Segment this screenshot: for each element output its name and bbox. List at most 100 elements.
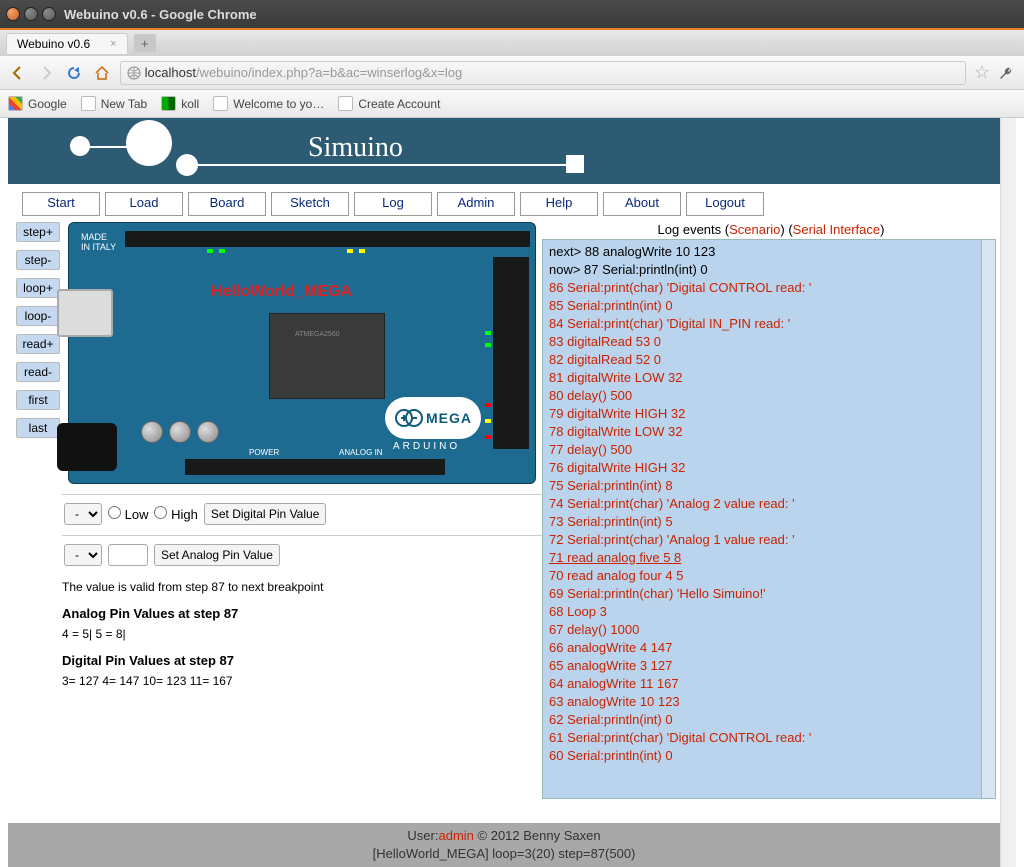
set-digital-button[interactable]: Set Digital Pin Value bbox=[204, 503, 327, 525]
log-line[interactable]: 70 read analog four 4 5 bbox=[549, 568, 989, 583]
log-serial-link[interactable]: Serial Interface bbox=[793, 222, 880, 237]
nav-load[interactable]: Load bbox=[105, 192, 183, 216]
log-line[interactable]: 68 Loop 3 bbox=[549, 604, 989, 619]
page-scrollbar[interactable] bbox=[1000, 118, 1016, 867]
mega-badge: MEGA bbox=[385, 397, 481, 439]
log-line[interactable]: 72 Serial:print(char) 'Analog 1 value re… bbox=[549, 532, 989, 547]
analog-values: 4 = 5| 5 = 8| bbox=[62, 627, 542, 641]
log-line[interactable]: 85 Serial:println(int) 0 bbox=[549, 298, 989, 313]
log-line[interactable]: 71 read analog five 5 8 bbox=[549, 550, 989, 565]
log-line[interactable]: 83 digitalRead 53 0 bbox=[549, 334, 989, 349]
analog-pin-select[interactable]: - bbox=[64, 544, 102, 566]
bookmarks-bar: Google New Tab koll Welcome to yo… Creat… bbox=[0, 90, 1024, 118]
log-line[interactable]: next> 88 analogWrite 10 123 bbox=[549, 244, 989, 259]
new-tab-button[interactable]: + bbox=[134, 34, 156, 52]
board-sketch-name: HelloWorld_MEGA bbox=[211, 283, 352, 301]
digital-pin-select[interactable]: - bbox=[64, 503, 102, 525]
tab-close-icon[interactable]: × bbox=[110, 38, 116, 50]
nav-about[interactable]: About bbox=[603, 192, 681, 216]
high-radio[interactable]: High bbox=[154, 506, 197, 522]
btn-loopplus[interactable]: loop+ bbox=[16, 278, 60, 298]
btn-first[interactable]: first bbox=[16, 390, 60, 410]
log-line[interactable]: now> 87 Serial:println(int) 0 bbox=[549, 262, 989, 277]
analog-value-input[interactable] bbox=[108, 544, 148, 566]
log-line[interactable]: 76 digitalWrite HIGH 32 bbox=[549, 460, 989, 475]
reload-button[interactable] bbox=[64, 63, 84, 83]
log-line[interactable]: 69 Serial:println(char) 'Hello Simuino!' bbox=[549, 586, 989, 601]
url-host: localhost bbox=[145, 65, 196, 80]
btn-last[interactable]: last bbox=[16, 418, 60, 438]
nav-admin[interactable]: Admin bbox=[437, 192, 515, 216]
set-analog-button[interactable]: Set Analog Pin Value bbox=[154, 544, 280, 566]
log-line[interactable]: 77 delay() 500 bbox=[549, 442, 989, 457]
nav-sketch[interactable]: Sketch bbox=[271, 192, 349, 216]
btn-stepplus[interactable]: step+ bbox=[16, 222, 60, 242]
pin-header-right bbox=[493, 257, 529, 449]
log-line[interactable]: 63 analogWrite 10 123 bbox=[549, 694, 989, 709]
btn-stepminus[interactable]: step- bbox=[16, 250, 60, 270]
log-line[interactable]: 75 Serial:println(int) 8 bbox=[549, 478, 989, 493]
bookmark-welcome[interactable]: Welcome to yo… bbox=[213, 96, 324, 111]
wrench-icon[interactable] bbox=[998, 64, 1016, 82]
log-line[interactable]: 74 Serial:print(char) 'Analog 2 value re… bbox=[549, 496, 989, 511]
footer-user: admin bbox=[438, 828, 473, 843]
nav-logout[interactable]: Logout bbox=[686, 192, 764, 216]
log-line[interactable]: 61 Serial:print(char) 'Digital CONTROL r… bbox=[549, 730, 989, 745]
board-made-label: MADE IN ITALY bbox=[81, 233, 116, 253]
btn-readplus[interactable]: read+ bbox=[16, 334, 60, 354]
log-scrollbar[interactable] bbox=[981, 240, 995, 798]
btn-readminus[interactable]: read- bbox=[16, 362, 60, 382]
log-line[interactable]: 84 Serial:print(char) 'Digital IN_PIN re… bbox=[549, 316, 989, 331]
nav-start[interactable]: Start bbox=[22, 192, 100, 216]
footer: User:admin © 2012 Benny Saxen [HelloWorl… bbox=[8, 823, 1000, 867]
digital-values: 3= 127 4= 147 10= 123 11= 167 bbox=[62, 674, 542, 688]
log-line[interactable]: 79 digitalWrite HIGH 32 bbox=[549, 406, 989, 421]
nav-board[interactable]: Board bbox=[188, 192, 266, 216]
top-nav: StartLoadBoardSketchLogAdminHelpAboutLog… bbox=[8, 192, 1000, 216]
log-line[interactable]: 81 digitalWrite LOW 32 bbox=[549, 370, 989, 385]
bookmark-createaccount[interactable]: Create Account bbox=[338, 96, 440, 111]
analog-values-heading: Analog Pin Values at step 87 bbox=[62, 606, 542, 621]
url-input[interactable]: localhost/webuino/index.php?a=b&ac=winse… bbox=[120, 61, 966, 85]
log-line[interactable]: 66 analogWrite 4 147 bbox=[549, 640, 989, 655]
bookmark-google[interactable]: Google bbox=[8, 96, 67, 111]
log-line[interactable]: 82 digitalRead 52 0 bbox=[549, 352, 989, 367]
usb-port-icon bbox=[57, 289, 113, 337]
left-sidebar: step+ step-loop+ loop-read+ read-first last bbox=[8, 222, 62, 799]
url-bar: localhost/webuino/index.php?a=b&ac=winse… bbox=[0, 56, 1024, 90]
log-line[interactable]: 60 Serial:println(int) 0 bbox=[549, 748, 989, 763]
log-line[interactable]: 65 analogWrite 3 127 bbox=[549, 658, 989, 673]
bookmark-koll[interactable]: koll bbox=[161, 96, 199, 111]
window-close-button[interactable] bbox=[6, 7, 20, 21]
home-button[interactable] bbox=[92, 63, 112, 83]
banner-title: Simuino bbox=[308, 132, 403, 164]
power-jack-icon bbox=[57, 423, 117, 471]
bookmark-newtab[interactable]: New Tab bbox=[81, 96, 147, 111]
log-line[interactable]: 64 analogWrite 11 167 bbox=[549, 676, 989, 691]
forward-button[interactable] bbox=[36, 63, 56, 83]
log-line[interactable]: 80 delay() 500 bbox=[549, 388, 989, 403]
browser-tab[interactable]: Webuino v0.6 × bbox=[6, 33, 128, 54]
digital-values-heading: Digital Pin Values at step 87 bbox=[62, 653, 542, 668]
log-line[interactable]: 62 Serial:println(int) 0 bbox=[549, 712, 989, 727]
log-line[interactable]: 86 Serial:print(char) 'Digital CONTROL r… bbox=[549, 280, 989, 295]
window-min-button[interactable] bbox=[24, 7, 38, 21]
tab-title: Webuino v0.6 bbox=[17, 37, 90, 51]
window-title: Webuino v0.6 - Google Chrome bbox=[64, 7, 257, 22]
window-max-button[interactable] bbox=[42, 7, 56, 21]
back-button[interactable] bbox=[8, 63, 28, 83]
log-line[interactable]: 78 digitalWrite LOW 32 bbox=[549, 424, 989, 439]
low-radio[interactable]: Low bbox=[108, 506, 148, 522]
star-icon[interactable]: ☆ bbox=[974, 62, 990, 83]
nav-help[interactable]: Help bbox=[520, 192, 598, 216]
url-path: /webuino/index.php?a=b&ac=winserlog&x=lo… bbox=[196, 65, 462, 80]
log-scenario-link[interactable]: Scenario bbox=[729, 222, 780, 237]
pin-header-bottom bbox=[185, 459, 445, 475]
log-line[interactable]: 73 Serial:println(int) 5 bbox=[549, 514, 989, 529]
validity-note: The value is valid from step 87 to next … bbox=[62, 580, 542, 594]
log-line[interactable]: 67 delay() 1000 bbox=[549, 622, 989, 637]
nav-log[interactable]: Log bbox=[354, 192, 432, 216]
window-titlebar: Webuino v0.6 - Google Chrome bbox=[0, 0, 1024, 28]
log-header: Log events (Scenario) (Serial Interface) bbox=[542, 222, 1000, 237]
btn-loopminus[interactable]: loop- bbox=[16, 306, 60, 326]
